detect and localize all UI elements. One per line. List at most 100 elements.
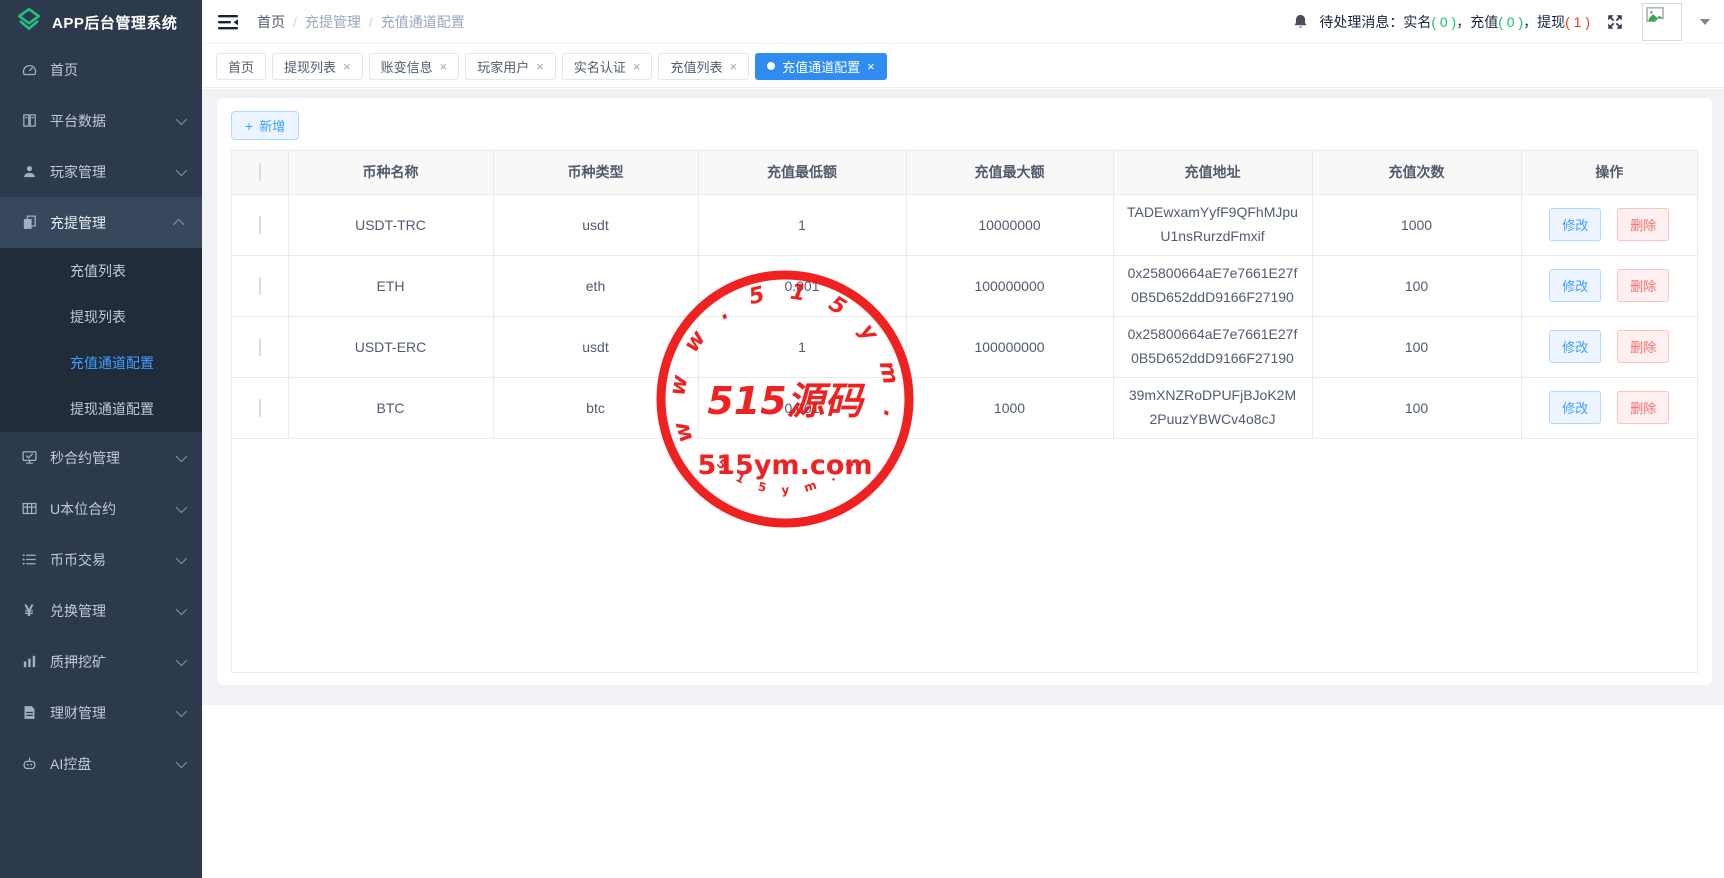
tab-player-user[interactable]: 玩家用户 × — [465, 53, 556, 80]
logo-band[interactable]: APP后台管理系统 — [0, 0, 202, 44]
sidebar-item-label: 币币交易 — [50, 550, 106, 570]
top-header: 首页 / 充提管理 / 充值通道配置 待处理消息：实名( 0 )，充值( 0 )… — [202, 0, 1724, 44]
sidebar-item-home[interactable]: 首页 — [0, 44, 202, 95]
cell-max: 10000000 — [906, 194, 1113, 255]
sidebar-item-recharge-withdraw-mgmt[interactable]: 充提管理 — [0, 197, 202, 248]
sidebar-collapse-icon[interactable] — [217, 12, 239, 32]
sidebar-item-label: 秒合约管理 — [50, 448, 120, 468]
chevron-down-icon — [176, 450, 187, 461]
fullscreen-icon[interactable] — [1606, 13, 1624, 31]
sidebar-item-ai-control[interactable]: AI控盘 — [0, 738, 202, 789]
col-coin-name: 币种名称 — [288, 151, 493, 194]
add-button-label: 新增 — [259, 116, 285, 135]
tab-close-icon[interactable]: × — [440, 60, 448, 73]
sidebar-item-label: 兑换管理 — [50, 601, 106, 621]
breadcrumb-current: 充值通道配置 — [381, 12, 465, 32]
sidebar-item-wealth-mgmt[interactable]: 理财管理 — [0, 687, 202, 738]
tab-close-icon[interactable]: × — [536, 60, 544, 73]
select-all-checkbox[interactable] — [259, 163, 261, 181]
cell-min: 1 — [698, 194, 906, 255]
sidebar-item-label: 充提管理 — [50, 213, 106, 233]
sidebar-item-label: 理财管理 — [50, 703, 106, 723]
edit-button[interactable]: 修改 — [1549, 208, 1601, 241]
pending-count-realname: ( 0 ) — [1431, 14, 1456, 30]
sidebar-item-exchange-mgmt[interactable]: ¥ 兑换管理 — [0, 585, 202, 636]
app-logo-icon — [16, 7, 42, 38]
edit-button[interactable]: 修改 — [1549, 269, 1601, 302]
cell-min: 1 — [698, 316, 906, 377]
chevron-down-icon — [176, 552, 187, 563]
breadcrumb-home[interactable]: 首页 — [257, 12, 285, 32]
sidebar-item-usdt-contract[interactable]: U本位合约 — [0, 483, 202, 534]
channel-table: 币种名称 币种类型 充值最低额 充值最大额 充值地址 充值次数 操作 USDT — [232, 151, 1697, 439]
sidebar-subitem-recharge-list[interactable]: 充值列表 — [0, 248, 202, 294]
table-row: USDT-TRC usdt 1 10000000 TADEwxamYyfF9QF… — [232, 194, 1697, 255]
edit-button[interactable]: 修改 — [1549, 391, 1601, 424]
cell-count: 100 — [1312, 255, 1521, 316]
cell-coin-type: btc — [493, 377, 698, 438]
delete-button[interactable]: 删除 — [1617, 330, 1669, 363]
sidebar-item-staking-mining[interactable]: 质押挖矿 — [0, 636, 202, 687]
grid-icon — [20, 500, 38, 518]
delete-button[interactable]: 删除 — [1617, 269, 1669, 302]
tab-label: 充值通道配置 — [782, 57, 860, 76]
table-container: 币种名称 币种类型 充值最低额 充值最大额 充值地址 充值次数 操作 USDT — [231, 150, 1698, 673]
pending-label-recharge: 充值 — [1470, 14, 1498, 30]
row-checkbox[interactable] — [259, 216, 261, 234]
content-card: + 新增 币种名称 币种类型 充值最低额 充值最大 — [217, 98, 1712, 685]
delete-button[interactable]: 删除 — [1617, 208, 1669, 241]
sidebar-item-second-contract[interactable]: 秒合约管理 — [0, 432, 202, 483]
avatar[interactable] — [1642, 3, 1682, 41]
cell-coin-name: USDT-ERC — [288, 316, 493, 377]
breadcrumb-recharge-withdraw[interactable]: 充提管理 — [305, 12, 361, 32]
cell-coin-type: usdt — [493, 316, 698, 377]
cell-count: 100 — [1312, 316, 1521, 377]
tab-recharge-list[interactable]: 充值列表 × — [658, 53, 749, 80]
robot-icon — [20, 755, 38, 773]
sidebar-item-coin-trade[interactable]: 币币交易 — [0, 534, 202, 585]
document-icon — [20, 704, 38, 722]
plus-icon: + — [245, 118, 253, 134]
sidebar-subitem-withdraw-channel-config[interactable]: 提现通道配置 — [0, 386, 202, 432]
sidebar-item-platform-data[interactable]: 平台数据 — [0, 95, 202, 146]
tab-close-icon[interactable]: × — [867, 60, 875, 73]
cell-address: TADEwxamYyfF9QFhMJpuU1nsRurzdFmxif — [1113, 194, 1312, 255]
tab-close-icon[interactable]: × — [729, 60, 737, 73]
app-title: APP后台管理系统 — [52, 12, 177, 33]
pending-prefix: 待处理消息： — [1319, 14, 1403, 30]
tab-label: 提现列表 — [284, 57, 336, 76]
tab-close-icon[interactable]: × — [633, 60, 641, 73]
row-checkbox[interactable] — [259, 399, 261, 417]
sidebar-subitem-recharge-channel-config[interactable]: 充值通道配置 — [0, 340, 202, 386]
comma: ， — [1456, 14, 1470, 30]
tab-account-change[interactable]: 账变信息 × — [369, 53, 460, 80]
sidebar-item-player-mgmt[interactable]: 玩家管理 — [0, 146, 202, 197]
user-icon — [20, 163, 38, 181]
tab-withdraw-list[interactable]: 提现列表 × — [272, 53, 363, 80]
chevron-down-icon — [176, 603, 187, 614]
tab-realname-auth[interactable]: 实名认证 × — [562, 53, 653, 80]
add-button[interactable]: + 新增 — [231, 111, 299, 140]
chevron-down-icon — [176, 705, 187, 716]
row-checkbox[interactable] — [259, 277, 261, 295]
table-row: ETH eth 0.001 100000000 0x25800664aE7e76… — [232, 255, 1697, 316]
cell-coin-name: ETH — [288, 255, 493, 316]
user-menu-caret-icon[interactable] — [1700, 19, 1710, 25]
tab-close-icon[interactable]: × — [343, 60, 351, 73]
table-header-row: 币种名称 币种类型 充值最低额 充值最大额 充值地址 充值次数 操作 — [232, 151, 1697, 194]
pending-count-recharge: ( 0 ) — [1498, 14, 1523, 30]
bell-icon[interactable] — [1292, 13, 1309, 31]
pending-count-withdraw: ( 1 ) — [1565, 14, 1590, 30]
tab-label: 实名认证 — [574, 57, 626, 76]
delete-button[interactable]: 删除 — [1617, 391, 1669, 424]
row-checkbox[interactable] — [259, 338, 261, 356]
bar-chart-icon — [20, 653, 38, 671]
cell-max: 100000000 — [906, 316, 1113, 377]
sidebar-subitem-withdraw-list[interactable]: 提现列表 — [0, 294, 202, 340]
tab-label: 玩家用户 — [477, 57, 529, 76]
tab-home[interactable]: 首页 — [216, 53, 266, 80]
chevron-down-icon — [176, 501, 187, 512]
book-icon — [20, 112, 38, 130]
tab-recharge-channel-config[interactable]: 充值通道配置 × — [755, 53, 887, 80]
edit-button[interactable]: 修改 — [1549, 330, 1601, 363]
